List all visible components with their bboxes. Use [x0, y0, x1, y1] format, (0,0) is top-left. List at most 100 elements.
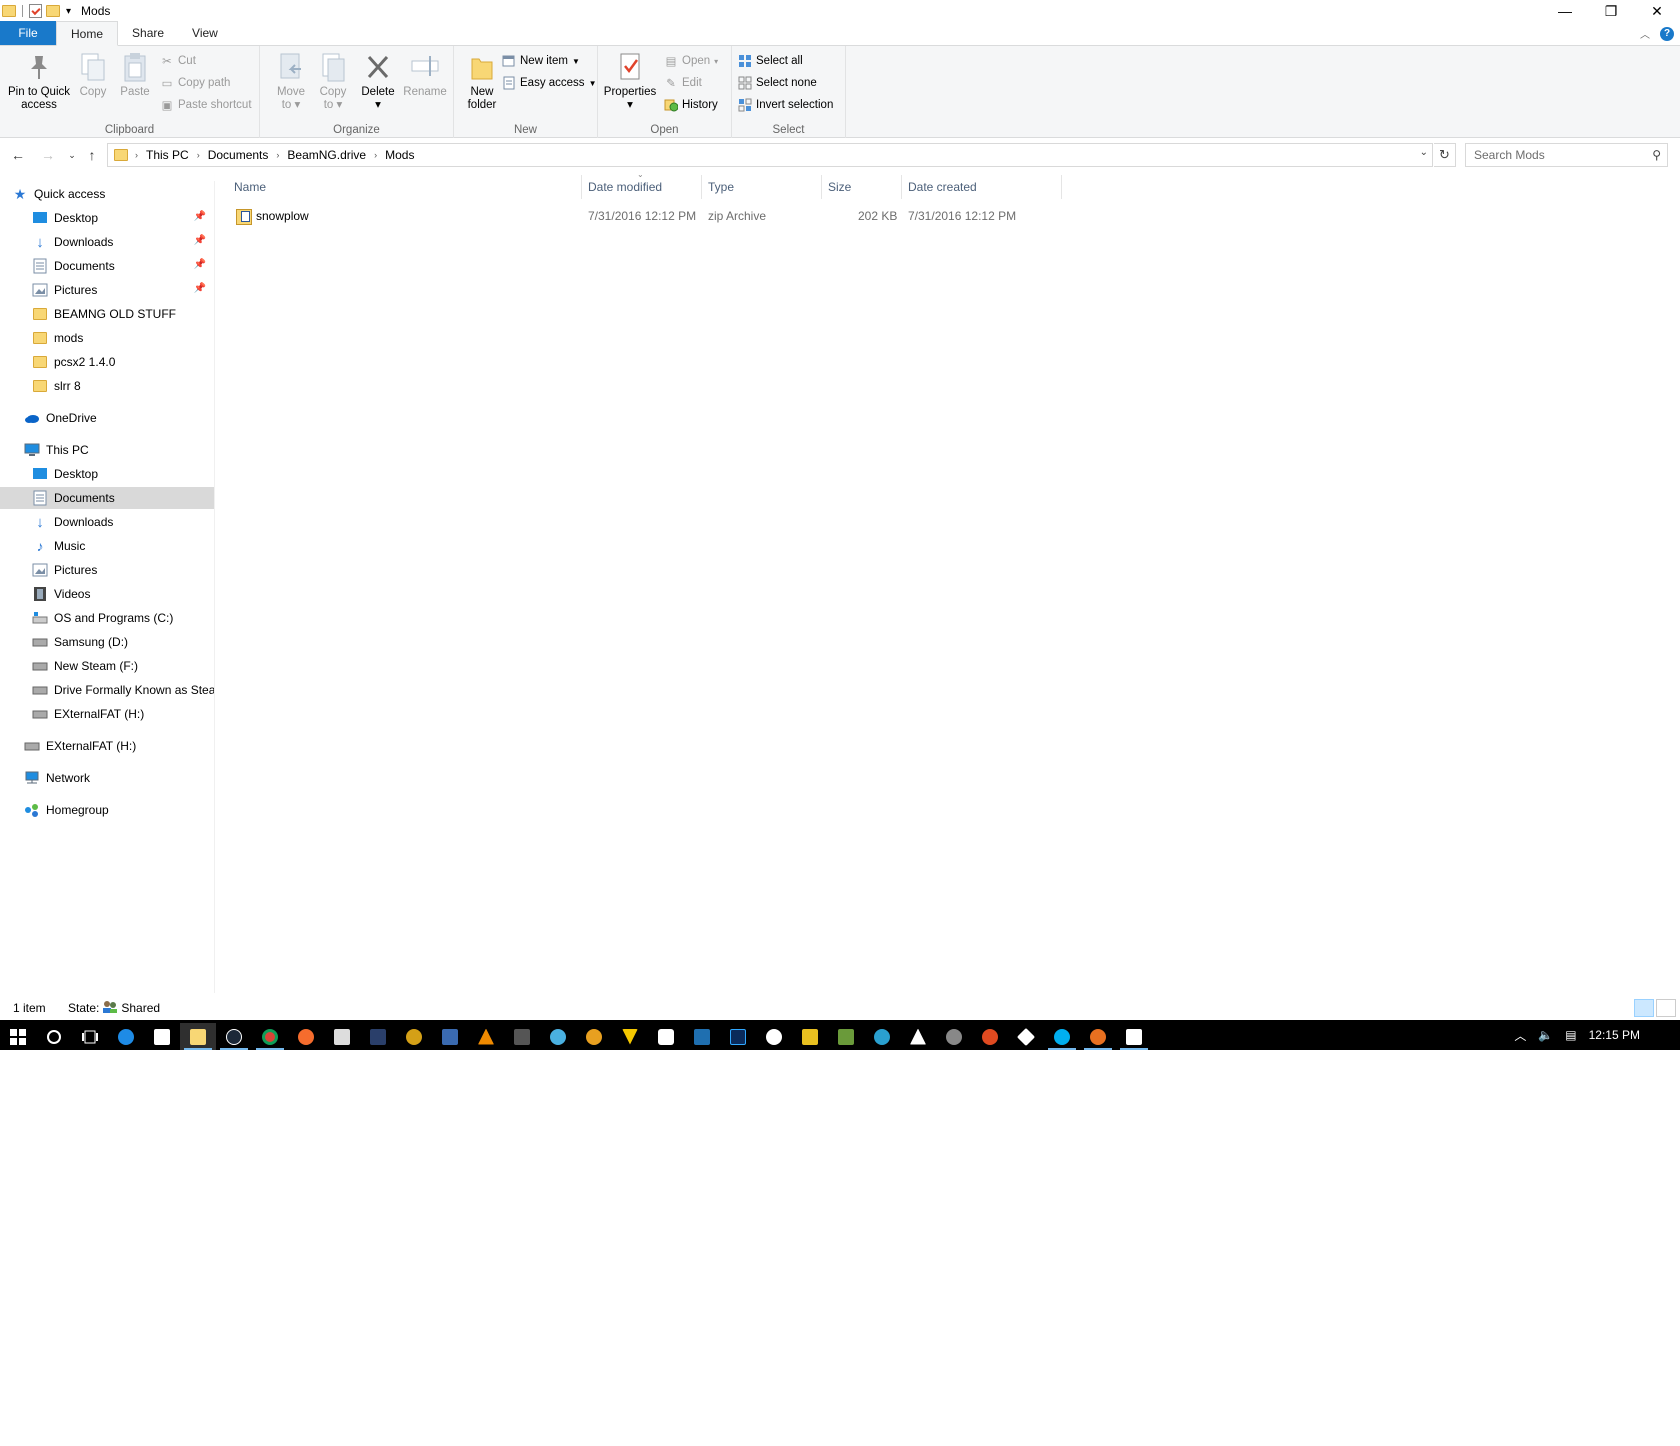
new-folder-button[interactable]: New folder: [458, 50, 506, 112]
invert-selection-button[interactable]: Invert selection: [738, 95, 833, 115]
nav-pc-downloads[interactable]: ↓ Downloads: [0, 511, 214, 533]
origin-icon[interactable]: [288, 1023, 324, 1050]
nav-quick-beamng-old-stuff[interactable]: BEAMNG OLD STUFF: [0, 303, 214, 325]
forward-arrow-icon[interactable]: →: [38, 143, 58, 167]
delete-button[interactable]: Delete ▾: [358, 50, 398, 112]
chevron-right-icon[interactable]: ›: [371, 150, 380, 160]
search-input[interactable]: Search Mods ⚲: [1465, 143, 1668, 167]
photoshop-icon[interactable]: [720, 1023, 756, 1050]
beamng-icon[interactable]: [1080, 1023, 1116, 1050]
chevron-right-icon[interactable]: ›: [273, 150, 282, 160]
nav-quick-desktop[interactable]: Desktop 📌: [0, 207, 214, 229]
chevron-right-icon[interactable]: ›: [194, 150, 203, 160]
app-icon-14[interactable]: [684, 1023, 720, 1050]
large-icons-view-icon[interactable]: [1656, 999, 1676, 1017]
minimize-button[interactable]: —: [1542, 0, 1588, 22]
file-explorer-taskbar-icon[interactable]: [180, 1023, 216, 1050]
chevron-right-icon[interactable]: ›: [132, 150, 141, 160]
easy-access-button[interactable]: Easy access ▼: [502, 73, 596, 93]
column-type[interactable]: Type: [702, 175, 822, 199]
column-date-modified[interactable]: Date modified: [582, 175, 702, 199]
gamepad-icon[interactable]: [360, 1023, 396, 1050]
chrome-icon[interactable]: [252, 1023, 288, 1050]
select-all-button[interactable]: Select all: [738, 51, 803, 71]
nav-homegroup[interactable]: Homegroup: [0, 799, 214, 821]
new-item-button[interactable]: New item ▼: [502, 51, 580, 71]
column-size[interactable]: Size: [822, 175, 902, 199]
nav-pc-drive-c[interactable]: OS and Programs (C:): [0, 607, 214, 629]
open-button[interactable]: ▤ Open ▾: [664, 51, 719, 71]
nav-pc-drive-d[interactable]: Samsung (D:): [0, 631, 214, 653]
pin-icon[interactable]: 📌: [194, 259, 206, 270]
copy-to-button[interactable]: Copy to ▾: [316, 50, 350, 112]
cut-button[interactable]: ✂ Cut: [160, 51, 196, 71]
nav-network[interactable]: Network: [0, 767, 214, 789]
tab-view[interactable]: View: [178, 21, 232, 45]
nav-onedrive[interactable]: OneDrive: [0, 407, 214, 429]
app-icon-23[interactable]: [1008, 1023, 1044, 1050]
app-icon-10[interactable]: [540, 1023, 576, 1050]
paste-button[interactable]: Paste: [118, 50, 152, 99]
app-icon-11[interactable]: [576, 1023, 612, 1050]
app-icon-7[interactable]: [432, 1023, 468, 1050]
column-date-created[interactable]: Date created: [902, 175, 1062, 199]
app-icon-9[interactable]: [504, 1023, 540, 1050]
chevron-down-icon[interactable]: ▾: [66, 6, 71, 17]
tab-file[interactable]: File: [0, 21, 56, 45]
table-row[interactable]: snowplow 7/31/2016 12:12 PM zip Archive …: [230, 205, 1060, 227]
chevron-up-icon[interactable]: ︿: [1514, 1027, 1526, 1044]
nav-this-pc[interactable]: This PC: [0, 439, 214, 461]
breadcrumb-this-pc[interactable]: This PC: [141, 148, 194, 162]
app-icon-13[interactable]: [648, 1023, 684, 1050]
restore-button[interactable]: ❐: [1588, 0, 1634, 22]
copy-path-button[interactable]: ▭ Copy path: [160, 73, 231, 93]
copy-button[interactable]: Copy: [76, 50, 110, 99]
nav-quick-documents[interactable]: Documents 📌: [0, 255, 214, 277]
nav-quick-mods[interactable]: mods: [0, 327, 214, 349]
edge-browser-icon[interactable]: [108, 1023, 144, 1050]
nav-external-drive[interactable]: EXternalFAT (H:): [0, 735, 214, 757]
7zip-icon[interactable]: [1116, 1023, 1152, 1050]
app-icon-4[interactable]: [324, 1023, 360, 1050]
clock[interactable]: 12:15 PM: [1589, 1028, 1640, 1042]
pin-icon[interactable]: 📌: [194, 235, 206, 246]
chevron-down-icon[interactable]: ⌄: [1420, 147, 1428, 158]
properties-button[interactable]: Properties ▾: [604, 50, 656, 112]
select-none-button[interactable]: Select none: [738, 73, 817, 93]
nav-quick-slrr8[interactable]: slrr 8: [0, 375, 214, 397]
nav-pc-drive-formally-known[interactable]: Drive Formally Known as Steam: [0, 679, 214, 701]
help-icon[interactable]: ?: [1660, 26, 1674, 41]
move-to-button[interactable]: Move to ▾: [274, 50, 308, 112]
cortana-search-icon[interactable]: [36, 1023, 72, 1050]
column-name[interactable]: Name: [228, 175, 582, 199]
history-button[interactable]: History: [664, 95, 718, 115]
breadcrumb-beamng[interactable]: BeamNG.drive: [282, 148, 371, 162]
vlc-icon[interactable]: [468, 1023, 504, 1050]
breadcrumb-documents[interactable]: Documents: [203, 148, 274, 162]
edit-button[interactable]: ✎ Edit: [664, 73, 702, 93]
pin-icon[interactable]: 📌: [194, 211, 206, 222]
task-view-icon[interactable]: [72, 1023, 108, 1050]
app-icon-21[interactable]: [936, 1023, 972, 1050]
tab-home[interactable]: Home: [56, 21, 119, 46]
properties-icon[interactable]: [29, 4, 42, 18]
new-folder-icon[interactable]: [46, 5, 60, 17]
tab-share[interactable]: Share: [118, 21, 178, 45]
action-center-icon[interactable]: ▤: [1565, 1028, 1576, 1042]
collapse-ribbon-icon[interactable]: ︿: [1640, 26, 1650, 41]
nav-pc-drive-f[interactable]: New Steam (F:): [0, 655, 214, 677]
app-icon-20[interactable]: [900, 1023, 936, 1050]
nav-quick-downloads[interactable]: ↓ Downloads 📌: [0, 231, 214, 253]
steam-icon[interactable]: [216, 1023, 252, 1050]
back-arrow-icon[interactable]: ←: [8, 143, 28, 167]
start-windows-icon[interactable]: [0, 1023, 36, 1050]
pin-icon[interactable]: 📌: [194, 283, 206, 294]
nav-pc-music[interactable]: ♪ Music: [0, 535, 214, 557]
nav-pc-documents[interactable]: Documents: [0, 487, 214, 509]
speaker-icon[interactable]: 🔈: [1538, 1028, 1553, 1042]
nav-quick-pictures[interactable]: Pictures 📌: [0, 279, 214, 301]
app-icon-19[interactable]: [864, 1023, 900, 1050]
close-button[interactable]: ✕: [1634, 0, 1680, 22]
nav-quick-access[interactable]: ★ Quick access: [0, 183, 214, 205]
app-icon-17[interactable]: [792, 1023, 828, 1050]
